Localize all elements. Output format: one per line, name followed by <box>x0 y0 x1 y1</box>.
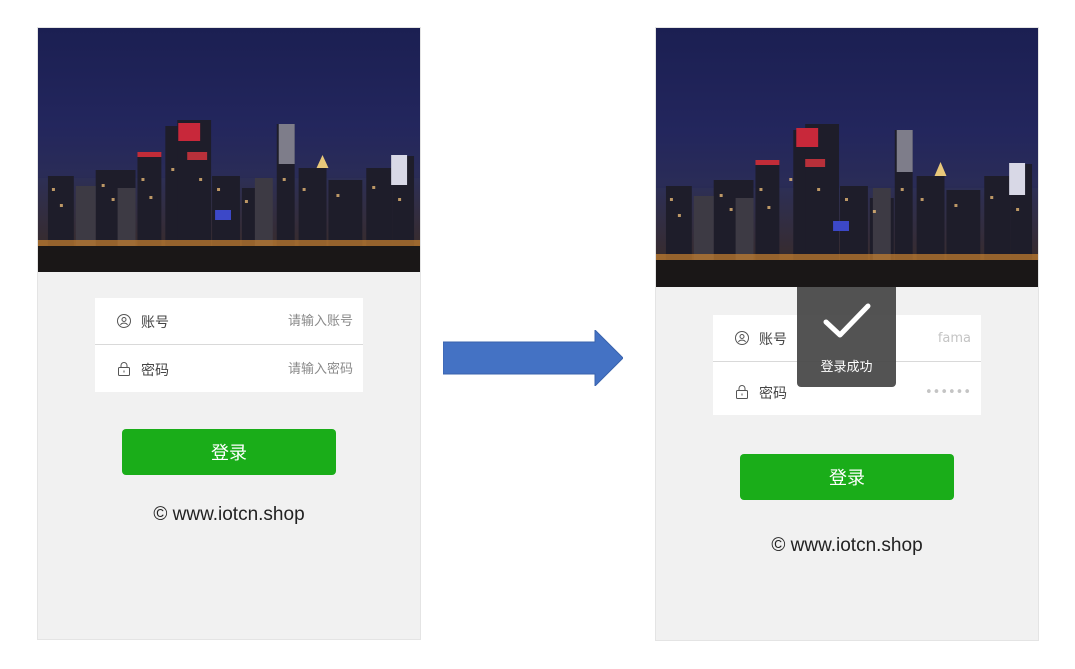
login-screen-before: 账号 密码 登录 © www.iotcn.shop <box>37 27 421 640</box>
username-label: 账号 <box>759 332 787 348</box>
login-success-toast: 登录成功 <box>797 287 896 387</box>
toast-message: 登录成功 <box>820 360 873 375</box>
username-row: 账号 <box>95 298 363 345</box>
checkmark-icon <box>823 303 871 338</box>
user-circle-icon <box>116 313 132 329</box>
copyright-text: © www.iotcn.shop <box>153 504 305 525</box>
login-form: 账号 密码 <box>95 298 363 392</box>
city-skyline-image <box>656 124 1038 287</box>
password-input[interactable] <box>233 356 353 382</box>
city-skyline-image <box>38 120 420 272</box>
username-input[interactable] <box>233 308 353 334</box>
login-screen-after: 账号 密码 登录 © www.iotcn.shop 登录成功 <box>655 27 1039 641</box>
city-night-banner <box>38 28 420 272</box>
login-button[interactable]: 登录 <box>740 454 954 500</box>
city-night-banner <box>656 28 1038 287</box>
right-arrow-icon <box>443 330 623 386</box>
login-button[interactable]: 登录 <box>122 429 336 475</box>
password-row: 密码 <box>95 346 363 392</box>
username-label: 账号 <box>141 315 169 331</box>
user-circle-icon <box>734 330 750 346</box>
lock-icon <box>116 361 132 377</box>
password-label: 密码 <box>759 386 787 402</box>
lock-icon <box>734 384 750 400</box>
copyright-text: © www.iotcn.shop <box>771 535 923 556</box>
password-label: 密码 <box>141 363 169 379</box>
